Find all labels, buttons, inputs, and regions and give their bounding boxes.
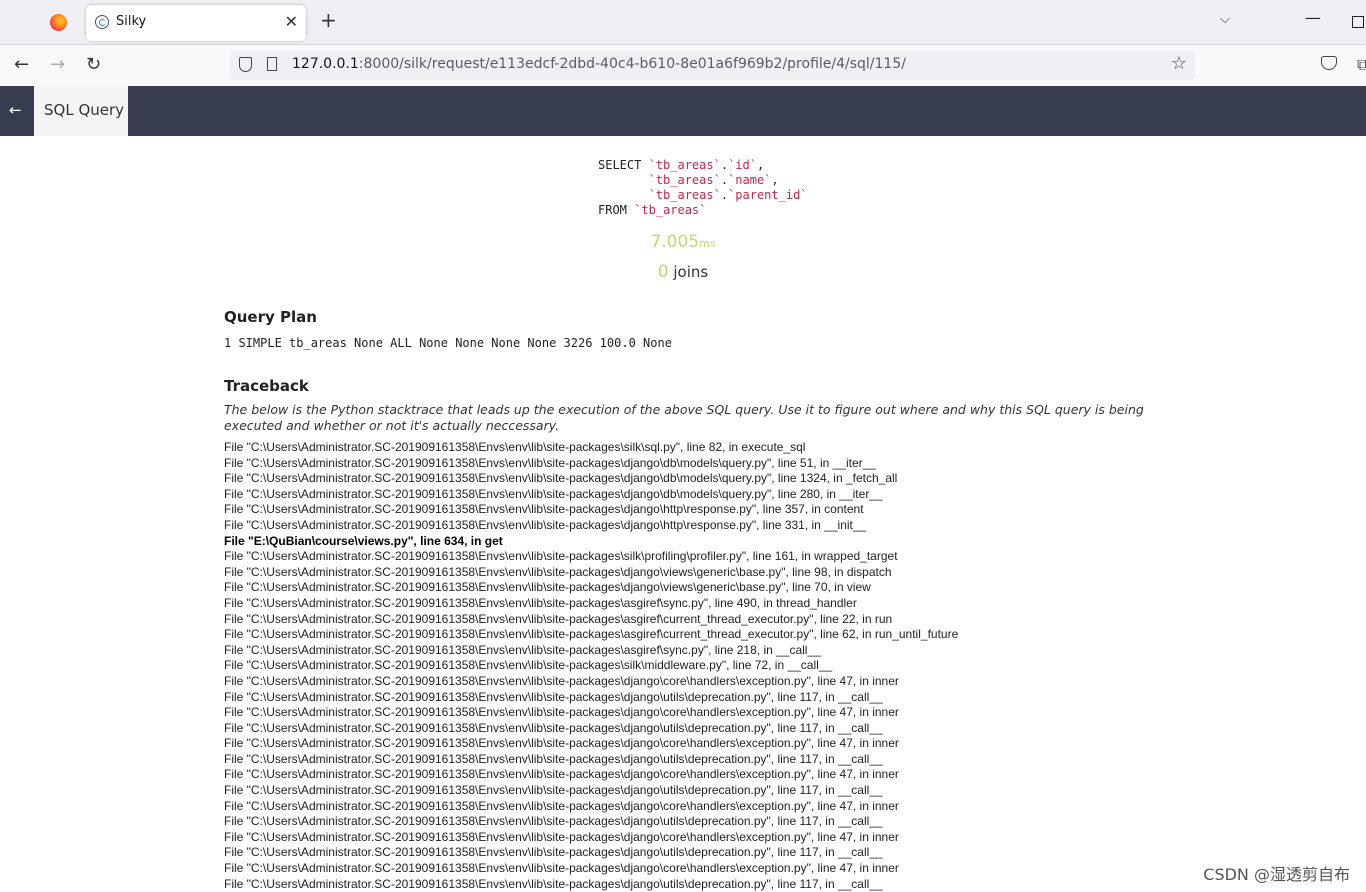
- new-tab-button[interactable]: +: [320, 10, 337, 30]
- traceback-line: File "E:\QuBian\course\views.py", line 6…: [224, 533, 503, 548]
- traceback-line: File "C:\Users\Administrator.SC-20190916…: [224, 564, 892, 579]
- joins-count: 0: [657, 262, 669, 282]
- traceback-line: File "C:\Users\Administrator.SC-20190916…: [224, 798, 899, 813]
- sql-token: `tb_areas`: [648, 188, 721, 202]
- back-button[interactable]: ←: [14, 54, 29, 76]
- traceback-line: File "C:\Users\Administrator.SC-20190916…: [224, 455, 876, 470]
- silk-header: ← SQL Query: [0, 86, 1366, 136]
- silk-back-arrow-icon[interactable]: ←: [9, 101, 22, 119]
- query-time-unit: ms: [699, 237, 716, 250]
- query-joins: 0 joins: [0, 262, 1366, 282]
- traceback-description: The below is the Python stacktrace that …: [224, 402, 1144, 433]
- forward-button[interactable]: →: [50, 54, 65, 76]
- sql-dot: .: [720, 173, 729, 187]
- sql-dot: .: [720, 188, 729, 202]
- url-bar[interactable]: 127.0.0.1:8000/silk/request/e113edcf-2db…: [230, 50, 1195, 80]
- traceback-line: File "C:\Users\Administrator.SC-20190916…: [224, 627, 959, 642]
- traceback-list: File "C:\Users\Administrator.SC-20190916…: [224, 440, 958, 892]
- query-time: 7.005ms: [0, 232, 1366, 252]
- reload-button[interactable]: ↻: [86, 54, 101, 76]
- sql-query-code: SELECT `tb_areas`.`id`, `tb_areas`.`name…: [598, 158, 808, 218]
- firefox-icon[interactable]: [50, 14, 67, 31]
- close-tab-icon[interactable]: ✕: [285, 12, 298, 31]
- traceback-line: File "C:\Users\Administrator.SC-20190916…: [224, 689, 883, 704]
- window-maximize-icon[interactable]: [1352, 16, 1364, 28]
- sql-token: `id`: [728, 158, 757, 172]
- sql-select-keyword: SELECT: [598, 158, 649, 172]
- traceback-line: File "C:\Users\Administrator.SC-20190916…: [224, 611, 893, 626]
- sql-token: `tb_areas`: [648, 173, 721, 187]
- browser-tab-strip: Silky ✕ + ⌵ —: [0, 0, 1366, 45]
- url-text[interactable]: 127.0.0.1:8000/silk/request/e113edcf-2db…: [292, 56, 906, 72]
- traceback-line: File "C:\Users\Administrator.SC-20190916…: [224, 705, 899, 720]
- url-host: 127.0.0.1: [292, 56, 359, 72]
- traceback-line: File "C:\Users\Administrator.SC-20190916…: [224, 751, 883, 766]
- sql-token: `name`: [728, 173, 772, 187]
- traceback-line: File "C:\Users\Administrator.SC-20190916…: [224, 517, 867, 532]
- traceback-line: File "C:\Users\Administrator.SC-20190916…: [224, 486, 883, 501]
- traceback-line: File "C:\Users\Administrator.SC-20190916…: [224, 642, 821, 657]
- traceback-heading: Traceback: [224, 377, 309, 395]
- tracking-protection-shield-icon[interactable]: [239, 57, 252, 72]
- traceback-line: File "C:\Users\Administrator.SC-20190916…: [224, 580, 871, 595]
- traceback-line: File "C:\Users\Administrator.SC-20190916…: [224, 595, 857, 610]
- traceback-line: File "C:\Users\Administrator.SC-20190916…: [224, 549, 898, 564]
- page-info-icon[interactable]: [267, 57, 277, 71]
- url-path: :8000/silk/request/e113edcf-2dbd-40c4-b6…: [358, 56, 906, 72]
- browser-nav-bar: ← → ↻ 127.0.0.1:8000/silk/request/e113ed…: [0, 45, 1366, 86]
- traceback-line: File "C:\Users\Administrator.SC-20190916…: [224, 736, 899, 751]
- traceback-line: File "C:\Users\Administrator.SC-20190916…: [224, 845, 883, 860]
- sql-token: `parent_id`: [728, 188, 808, 202]
- traceback-line: File "C:\Users\Administrator.SC-20190916…: [224, 829, 899, 844]
- traceback-line: File "C:\Users\Administrator.SC-20190916…: [224, 502, 864, 517]
- tab-sql-query-label: SQL Query: [44, 101, 125, 119]
- traceback-line: File "C:\Users\Administrator.SC-20190916…: [224, 767, 899, 782]
- tab-title: Silky: [116, 14, 147, 29]
- traceback-line: File "C:\Users\Administrator.SC-20190916…: [224, 440, 806, 454]
- list-all-tabs-icon[interactable]: ⌵: [1220, 12, 1230, 27]
- query-plan-text: 1 SIMPLE tb_areas None ALL None None Non…: [224, 336, 672, 350]
- sql-indent: [598, 188, 649, 202]
- sql-from-keyword: FROM: [598, 203, 635, 217]
- traceback-line: File "C:\Users\Administrator.SC-20190916…: [224, 783, 883, 798]
- traceback-line: File "C:\Users\Administrator.SC-20190916…: [224, 720, 883, 735]
- silk-favicon-icon: [95, 15, 109, 29]
- query-plan-heading: Query Plan: [224, 308, 317, 326]
- bookmark-star-icon[interactable]: ☆: [1171, 53, 1187, 74]
- joins-label: joins: [668, 263, 709, 281]
- sql-token: `tb_areas`: [634, 203, 707, 217]
- traceback-line: File "C:\Users\Administrator.SC-20190916…: [224, 673, 899, 688]
- sql-comma: ,: [756, 158, 765, 172]
- query-time-value: 7.005: [650, 232, 700, 252]
- pocket-icon[interactable]: [1321, 56, 1337, 70]
- watermark-text: CSDN @湿透剪自布: [1203, 865, 1350, 884]
- traceback-line: File "C:\Users\Administrator.SC-20190916…: [224, 861, 899, 876]
- sql-token: `tb_areas`: [648, 158, 721, 172]
- traceback-line: File "C:\Users\Administrator.SC-20190916…: [224, 814, 883, 829]
- window-minimize-icon[interactable]: —: [1305, 8, 1321, 27]
- sql-comma: ,: [771, 173, 779, 187]
- sql-indent: [598, 173, 649, 187]
- traceback-line: File "C:\Users\Administrator.SC-20190916…: [224, 658, 833, 673]
- browser-tab-silky[interactable]: Silky ✕: [86, 5, 306, 41]
- sql-dot: .: [720, 158, 729, 172]
- tab-sql-query[interactable]: SQL Query: [34, 86, 128, 136]
- traceback-line: File "C:\Users\Administrator.SC-20190916…: [224, 471, 898, 486]
- extensions-icon[interactable]: ⧉: [1357, 55, 1366, 75]
